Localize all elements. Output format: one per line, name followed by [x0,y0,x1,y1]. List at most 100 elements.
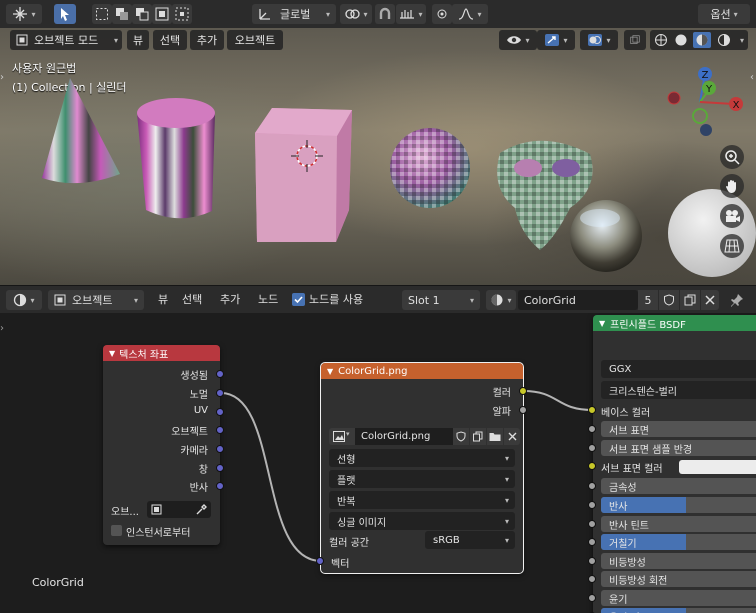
perspective-toggle-button[interactable] [720,234,744,258]
shader-type-dropdown[interactable]: 오브젝트 ▾ [48,290,144,310]
socket-object[interactable] [216,426,224,434]
subsurface-color-swatch[interactable] [679,460,756,474]
image-name-field[interactable]: ColorGrid.png [355,428,453,445]
image-texture-node-header[interactable]: ▼ ColorGrid.png [321,363,523,379]
bsdf-field-3[interactable]: 반사0 [601,497,756,513]
bsdf-field-socket[interactable] [588,520,596,528]
image-open-button[interactable] [487,428,503,445]
image-fake-user-button[interactable] [453,428,469,445]
select-box-mode-intersect[interactable] [172,4,192,24]
bsdf-field-5[interactable]: 거칠기0 [601,534,756,550]
toolbar-expand-arrow[interactable]: › [0,72,4,83]
image-source-dropdown[interactable]: 싱글 이미지 ▾ [329,512,515,530]
bsdf-field-6[interactable]: 비등방성0 [601,553,756,569]
bsdf-field-socket[interactable] [588,538,596,546]
use-nodes-checkbox[interactable] [292,293,305,306]
snap-target-dropdown[interactable]: ▾ [396,4,426,24]
transform-orientation-dropdown[interactable]: 글로벌 ▾ [252,4,336,24]
camera-view-button[interactable] [720,204,744,228]
sidebar-expand-arrow[interactable]: ‹ [750,72,754,83]
color-space-dropdown[interactable]: sRGB ▾ [425,531,515,549]
chevron-down-icon: ▾ [504,535,509,545]
browse-material-button[interactable]: ▾ [486,290,516,310]
proportional-falloff-dropdown[interactable]: ▾ [452,4,488,24]
editor-type-dropdown[interactable]: ▾ [6,290,42,310]
select-box-mode-new[interactable] [92,4,112,24]
select-tool-button[interactable] [54,4,76,24]
socket-reflection[interactable] [216,482,224,490]
socket-base-color-in[interactable] [588,406,596,414]
canvas-toolbar-arrow[interactable]: › [0,323,4,334]
bsdf-field-1[interactable]: 서브 표면 샘플 반경0 [601,440,756,456]
slot-dropdown[interactable]: Slot 1 ▾ [402,290,480,310]
image-unlink-button[interactable] [504,428,520,445]
from-instancer-checkbox[interactable] [111,525,122,536]
image-texture-node[interactable]: ▼ ColorGrid.png 컬러 알파 ▾ ColorGrid.png 선형… [316,362,527,574]
select-box-mode-difference[interactable] [152,4,172,24]
pin-button[interactable] [726,290,748,310]
material-user-count[interactable]: 5 [638,290,658,310]
select-box-mode-extend[interactable] [112,4,132,24]
object-picker-field[interactable] [147,501,211,518]
socket-camera[interactable] [216,445,224,453]
proportional-editing-toggle[interactable] [432,4,452,24]
eyedropper-icon[interactable] [196,504,207,515]
bsdf-field-socket[interactable] [588,557,596,565]
bsdf-field-4[interactable]: 반사 틴트0 [601,516,756,532]
collapse-arrow-icon[interactable]: ▼ [599,319,605,328]
texture-coordinate-node-header[interactable]: ▼ 텍스처 좌표 [103,345,220,361]
principled-bsdf-node-header[interactable]: ▼ 프린시플드 BSDF [593,315,756,331]
socket-window[interactable] [216,464,224,472]
bsdf-field-7[interactable]: 비등방성 회전0 [601,571,756,587]
node-menu-add[interactable]: 추가 [220,286,240,314]
bsdf-field-socket[interactable] [588,482,596,490]
bsdf-field-socket[interactable] [588,594,596,602]
transform-pivot-button[interactable]: ▾ [6,4,42,24]
bsdf-field-0[interactable]: 서브 표면0 [601,421,756,437]
distribution-dropdown[interactable]: GGX [601,360,756,378]
node-menu-select[interactable]: 선택 [182,286,202,314]
unlink-material-button[interactable] [701,290,719,310]
bsdf-field-socket[interactable] [588,425,596,433]
bsdf-field-8[interactable]: 윤기0 [601,590,756,606]
socket-subsurface-color-in[interactable] [588,462,596,470]
socket-normal[interactable] [216,389,224,397]
interpolation-dropdown[interactable]: 선형 ▾ [329,449,515,467]
bsdf-field-2[interactable]: 금속성0 [601,478,756,494]
navigation-gizmo[interactable]: Z Y X [660,64,750,140]
extension-dropdown[interactable]: 반복 ▾ [329,491,515,509]
fake-user-button[interactable] [659,290,679,310]
socket-alpha-out[interactable] [519,406,527,414]
node-menu-node[interactable]: 노드 [258,286,278,314]
3d-viewport[interactable]: 오브젝트 모드 ▾ 뷰 선택 추가 오브젝트 ▾ ▾ ▾ ▾ 사용자 원근법 (… [0,28,756,285]
texture-coordinate-node[interactable]: ▼ 텍스처 좌표 생성됨 노멀 UV 오브젝트 카메라 창 반사 오브... 인… [103,345,224,545]
bsdf-field-9[interactable]: 윤기 틴트0 [601,608,756,613]
snap-toggle[interactable] [375,4,395,24]
socket-color-out[interactable] [519,387,527,395]
select-box-mode-subtract[interactable] [132,4,152,24]
chevron-down-icon: ▾ [504,516,509,526]
node-menu-view[interactable]: 뷰 [158,286,168,314]
bsdf-field-socket[interactable] [588,575,596,583]
use-nodes-label: 노드를 사용 [309,293,364,306]
bsdf-field-socket[interactable] [588,501,596,509]
subsurface-method-dropdown[interactable]: 크리스텐슨-벌리 [601,381,756,399]
top-header: ▾ 글로벌 ▾ ▾ ▾ ▾ 옵션 ▾ [0,0,756,28]
zoom-button[interactable] [720,145,744,169]
principled-bsdf-node[interactable]: ▼ 프린시플드 BSDF GGX 크리스텐슨-벌리 베이스 컬러 서브 표면0서… [588,315,756,613]
image-duplicate-button[interactable] [470,428,486,445]
node-canvas[interactable]: › ▼ 텍스처 좌표 생성됨 노멀 UV 오브젝트 카메라 창 반사 오브...… [0,313,756,613]
pan-button[interactable] [720,174,744,198]
duplicate-material-button[interactable] [680,290,700,310]
socket-uv[interactable] [216,408,224,416]
options-dropdown[interactable]: 옵션 ▾ [698,4,750,24]
collapse-arrow-icon[interactable]: ▼ [327,367,333,376]
socket-vector-in[interactable] [316,557,324,565]
browse-image-button[interactable]: ▾ [329,428,355,445]
projection-dropdown[interactable]: 플랫 ▾ [329,470,515,488]
pivot-point-dropdown[interactable]: ▾ [340,4,372,24]
collapse-arrow-icon[interactable]: ▼ [109,349,115,358]
socket-generated[interactable] [216,370,224,378]
material-name-field[interactable]: ColorGrid [518,290,638,310]
bsdf-field-socket[interactable] [588,444,596,452]
